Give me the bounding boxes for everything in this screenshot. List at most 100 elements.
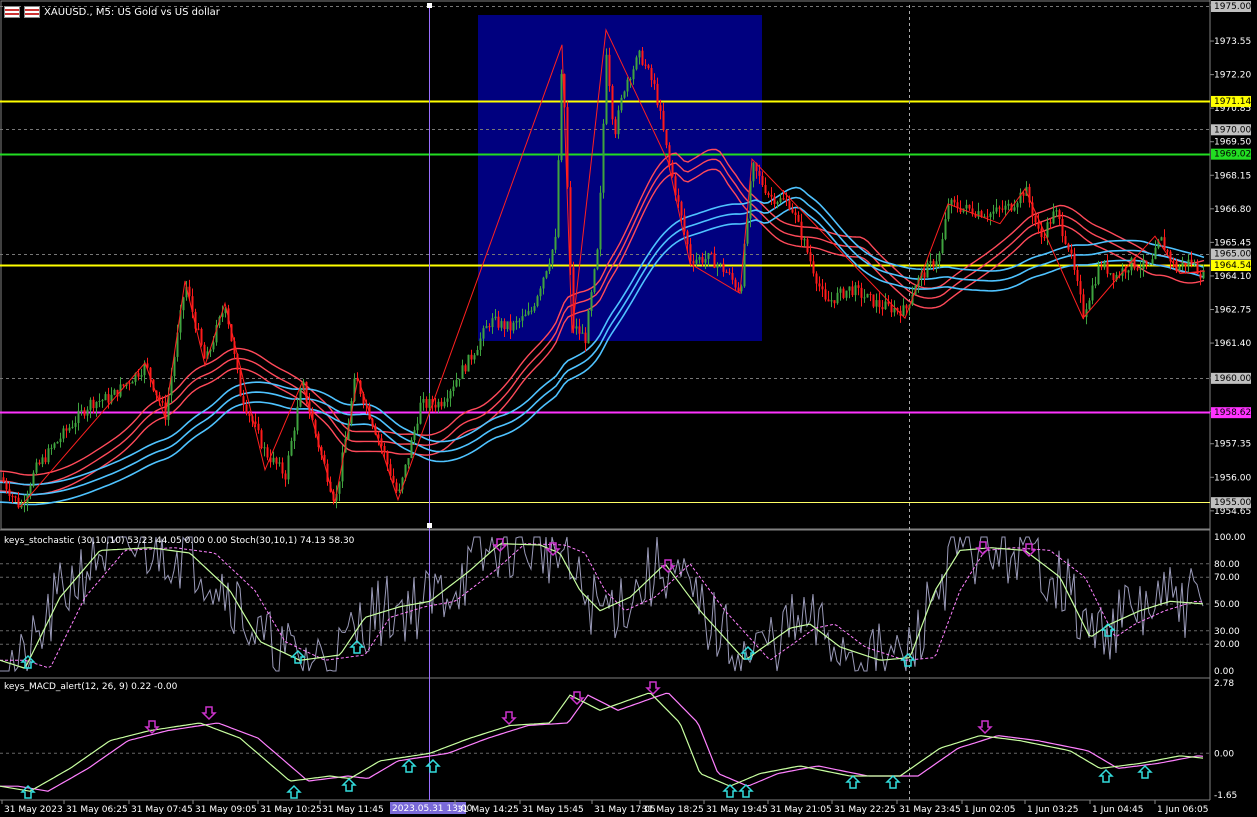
candle-body xyxy=(701,257,704,263)
candle-body xyxy=(659,105,662,111)
candle-body xyxy=(632,69,635,80)
candle-body xyxy=(1193,263,1196,265)
candle-body xyxy=(881,307,884,310)
level-tag-1964.54: 1964.54 xyxy=(1214,261,1251,271)
candle-body xyxy=(710,253,713,255)
candle-body xyxy=(539,288,542,297)
candle-body xyxy=(773,196,776,204)
candle-body xyxy=(968,204,971,209)
candle-body xyxy=(782,198,785,200)
candle-body xyxy=(266,447,269,458)
candle-body xyxy=(833,300,836,304)
candle-body xyxy=(944,219,947,240)
candle-body xyxy=(275,457,278,464)
candle-body xyxy=(407,458,410,465)
time-tick-label: 1 Jun 06:05 xyxy=(1157,805,1208,815)
price-tick-label: 1956.00 xyxy=(1214,473,1251,483)
price-tick-label: 1957.35 xyxy=(1214,440,1251,450)
candle-body xyxy=(488,326,491,328)
flag-icon-2 xyxy=(24,6,40,18)
candle-body xyxy=(476,350,479,356)
candle-body xyxy=(98,401,101,402)
candle-body xyxy=(1052,211,1055,224)
candle-body xyxy=(8,489,11,496)
candle-body xyxy=(527,311,530,315)
candle-body xyxy=(5,481,8,490)
stochastic-pane: 100.00 80.00 70.00 50.00 30.00 20.00 0.00 xyxy=(0,533,1246,677)
candle-body xyxy=(689,244,692,262)
candle-body xyxy=(518,320,521,322)
candle-body xyxy=(83,410,86,416)
stoch-tick-label: 70.00 xyxy=(1214,573,1240,583)
candle-body xyxy=(44,457,47,463)
candle-body xyxy=(128,383,131,385)
candle-body xyxy=(41,457,44,465)
chart-canvas[interactable]: 1975.001973.551972.201970.851969.501968.… xyxy=(0,0,1257,817)
time-tick-label: 31 May 06:25 xyxy=(66,805,128,815)
candle-body xyxy=(767,193,770,195)
price-tick-label: 1968.15 xyxy=(1214,171,1251,181)
candle-body xyxy=(101,400,104,402)
candle-body xyxy=(530,310,533,312)
time-tick-label: 31 May 09:05 xyxy=(195,805,257,815)
candle-body xyxy=(596,249,599,270)
candle-body xyxy=(1145,260,1148,266)
arrow-up-icon xyxy=(738,783,754,798)
candle-body xyxy=(524,314,527,316)
macd-tick-label: 2.78 xyxy=(1214,679,1234,689)
chart-title-bar: XAUUSD., M5: US Gold vs US dollar xyxy=(4,4,220,20)
stoch-tick-label: 50.00 xyxy=(1214,600,1240,610)
time-tick-label: 1 Jun 03:25 xyxy=(1027,805,1078,815)
candle-body xyxy=(614,119,617,135)
arrow-down-icon xyxy=(492,538,508,553)
candle-body xyxy=(485,326,488,329)
time-tick-label: 31 May 19:45 xyxy=(706,805,768,815)
candle-body xyxy=(1106,261,1109,274)
candle-body xyxy=(1154,247,1157,260)
candle-body xyxy=(482,328,485,339)
candle-body xyxy=(200,329,203,345)
candle-body xyxy=(2,477,5,482)
candle-body xyxy=(80,410,83,412)
arrow-up-icon xyxy=(885,774,901,789)
level-tag-1965.00: 1965.00 xyxy=(1214,250,1251,260)
candle-body xyxy=(995,207,998,212)
candle-body xyxy=(791,209,794,213)
candle-body xyxy=(593,269,596,293)
arrow-down-icon xyxy=(660,559,676,574)
candle-body xyxy=(1178,266,1181,271)
candle-body xyxy=(728,272,731,274)
stoch-title: keys_stochastic (30,10,10) 53.23 44.05 0… xyxy=(4,536,355,546)
candle-body xyxy=(254,421,257,424)
candle-body xyxy=(953,199,956,203)
candle-body xyxy=(860,287,863,298)
arrow-down-icon xyxy=(645,681,661,696)
candle-body xyxy=(809,252,812,262)
candle-body xyxy=(131,381,134,384)
candle-body xyxy=(284,473,287,480)
candle-body xyxy=(1088,300,1091,310)
candle-body xyxy=(848,286,851,291)
time-tick-label: 1 Jun 02:05 xyxy=(964,805,1015,815)
candle-body xyxy=(533,306,536,311)
candle-body xyxy=(383,446,386,453)
candle-body xyxy=(692,261,695,264)
candle-body xyxy=(1064,236,1067,244)
candle-body xyxy=(884,301,887,310)
candle-body xyxy=(938,253,941,262)
time-tick-label: 31 May 23:45 xyxy=(899,805,961,815)
candle-body xyxy=(587,310,590,344)
candle-body xyxy=(122,384,125,386)
stoch-tick-label: 30.00 xyxy=(1214,627,1240,637)
candle-body xyxy=(734,279,737,288)
candle-body xyxy=(758,171,761,176)
candle-body xyxy=(1136,268,1139,270)
candle-body xyxy=(1046,222,1049,238)
candle-body xyxy=(50,447,53,449)
candle-body xyxy=(1037,222,1040,229)
candle-body xyxy=(1163,237,1166,251)
candle-body xyxy=(506,321,509,329)
candle-body xyxy=(905,305,908,309)
candle-body xyxy=(17,497,20,508)
candle-body xyxy=(722,263,725,272)
